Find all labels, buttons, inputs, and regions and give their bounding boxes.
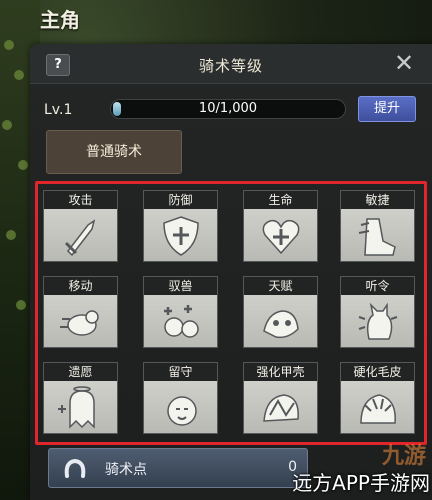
skill-slot[interactable]: 硬化毛皮 [340, 362, 415, 434]
guard-pet-icon [158, 385, 204, 431]
skill-slot[interactable]: 遗愿 [43, 362, 118, 434]
shell-creature-icon [258, 385, 304, 431]
skill-label: 天赋 [244, 277, 317, 295]
skill-label: 驭兽 [144, 277, 217, 295]
sitting-cat-icon [355, 299, 401, 345]
skill-label: 留守 [144, 363, 217, 381]
close-button[interactable]: ✕ [392, 50, 416, 76]
skill-label: 移动 [44, 277, 117, 295]
skill-label: 遗愿 [44, 363, 117, 381]
riding-level-panel: ? 骑术等级 ✕ Lv.1 10/1,000 提升 普通骑术 攻击 防御 生命 敏捷移… [30, 44, 432, 500]
skill-slot[interactable]: 移动 [43, 276, 118, 348]
watermark-brand: 九游 [381, 444, 426, 469]
level-label: Lv.1 [44, 102, 73, 118]
panel-title: 骑术等级 [198, 57, 263, 75]
panel-header: ? 骑术等级 ✕ [30, 44, 432, 84]
skill-slot[interactable]: 留守 [143, 362, 218, 434]
experience-progress-bar: 10/1,000 [110, 99, 346, 119]
boot-icon [355, 213, 401, 259]
running-pet-icon [58, 299, 104, 345]
skill-label: 生命 [244, 191, 317, 209]
skill-slot[interactable]: 听令 [340, 276, 415, 348]
heart-icon [258, 213, 304, 259]
horseshoe-icon [63, 458, 87, 480]
skill-slot[interactable]: 强化甲壳 [243, 362, 318, 434]
skill-slot[interactable]: 攻击 [43, 190, 118, 262]
tab-normal-riding[interactable]: 普通骑术 [46, 130, 182, 174]
watermark: 九游 远方APP手游网 [256, 438, 432, 500]
fur-creature-icon [355, 385, 401, 431]
skill-slot[interactable]: 天赋 [243, 276, 318, 348]
shield-icon [158, 213, 204, 259]
pets-plus-icon [158, 299, 204, 345]
upgrade-button[interactable]: 提升 [358, 96, 416, 122]
sword-icon [58, 213, 104, 259]
skill-label: 听令 [341, 277, 414, 295]
skill-slot[interactable]: 驭兽 [143, 276, 218, 348]
watermark-text: 远方APP手游网 [292, 471, 430, 495]
creature-icon [258, 299, 304, 345]
skill-label: 强化甲壳 [244, 363, 317, 381]
skill-label: 敏捷 [341, 191, 414, 209]
riding-points-label: 骑术点 [105, 462, 147, 478]
ghost-icon [58, 385, 104, 431]
skill-label: 防御 [144, 191, 217, 209]
skill-label: 硬化毛皮 [341, 363, 414, 381]
page-title: 主角 [40, 8, 80, 32]
skill-label: 攻击 [44, 191, 117, 209]
skill-slot[interactable]: 敏捷 [340, 190, 415, 262]
skill-slot[interactable]: 生命 [243, 190, 318, 262]
progress-text: 10/1,000 [198, 101, 258, 116]
skill-slot[interactable]: 防御 [143, 190, 218, 262]
